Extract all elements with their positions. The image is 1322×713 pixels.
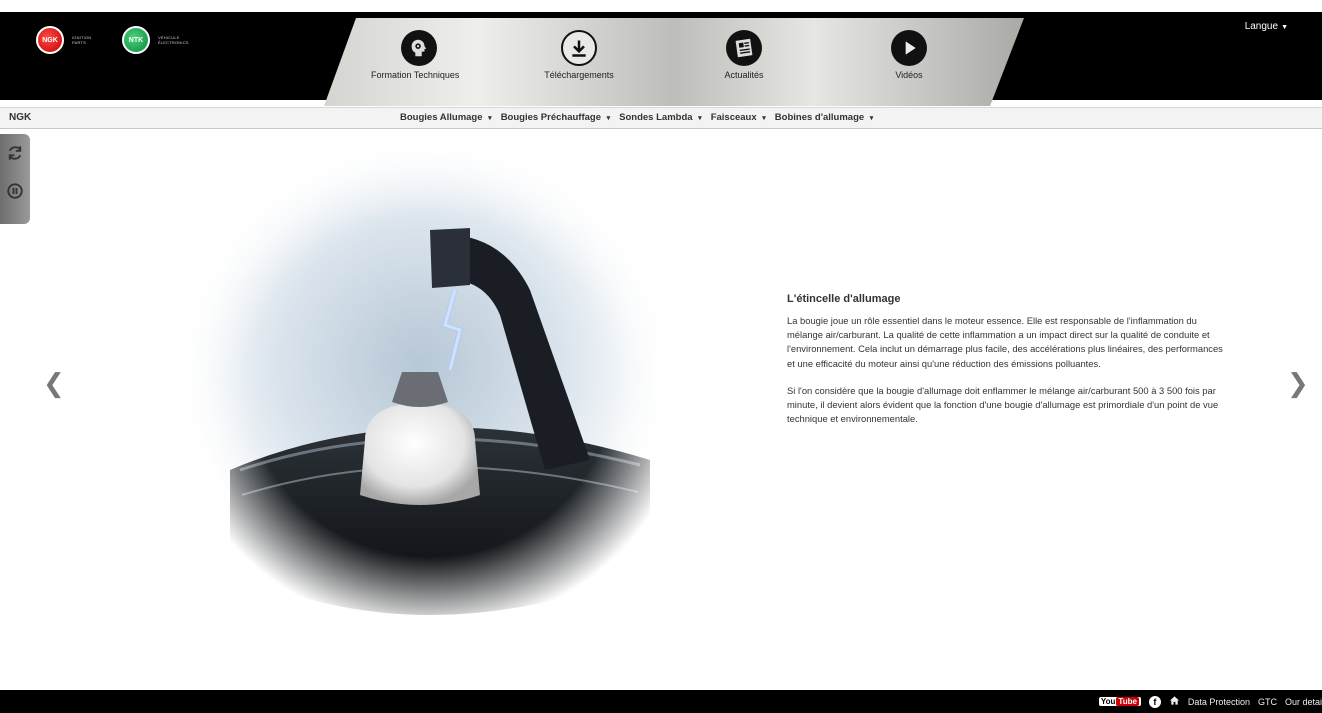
caret-down-icon: ▾: [762, 115, 766, 122]
brand-label[interactable]: NGK: [9, 112, 31, 123]
newspaper-icon: [726, 30, 762, 66]
menu-label: Sondes Lambda: [619, 112, 693, 123]
footer: You Tube f Data Protection GTC Our detai: [0, 690, 1322, 713]
ngk-logo[interactable]: NGK IGNITION PARTS: [36, 26, 100, 54]
menu-bougies-prechauffage[interactable]: Bougies Préchauffage ▾: [501, 112, 610, 123]
caret-down-icon: ▾: [488, 115, 492, 122]
nav-formation-label: Formation Techniques: [371, 70, 460, 80]
menu-bougies-allumage[interactable]: Bougies Allumage ▾: [400, 112, 492, 123]
footer-link-our-details[interactable]: Our detai: [1285, 697, 1322, 707]
ntk-logo-subtitle: VÉHICULE ÉLECTRONICS: [158, 35, 189, 45]
nav-actualites-label: Actualités: [724, 70, 764, 80]
menu-label: Faisceaux: [710, 112, 757, 123]
footer-link-gtc[interactable]: GTC: [1258, 697, 1277, 707]
caret-down-icon: ▼: [1281, 24, 1288, 31]
menu-label: Bougies Allumage: [400, 112, 483, 123]
language-selector[interactable]: Langue ▼: [1245, 21, 1288, 32]
ntk-logo-mark: NTK: [122, 26, 150, 54]
product-menu: Bougies Allumage ▾ Bougies Préchauffage …: [400, 112, 873, 123]
menu-sondes-lambda[interactable]: Sondes Lambda ▾: [619, 112, 702, 123]
slider-controls: [0, 134, 30, 224]
menu-label: Bobines d'allumage: [774, 112, 865, 123]
footer-link-data-protection[interactable]: Data Protection: [1188, 697, 1250, 707]
menu-faisceaux[interactable]: Faisceaux ▾: [711, 112, 766, 123]
ngk-logo-subtitle: IGNITION PARTS: [72, 35, 92, 45]
footer-links: You Tube f Data Protection GTC Our detai: [1098, 695, 1322, 708]
ntk-logo[interactable]: NTK VÉHICULE ÉLECTRONICS: [122, 26, 189, 54]
download-icon: [561, 30, 597, 66]
product-nav-bar: NGK Bougies Allumage ▾ Bougies Préchauff…: [0, 107, 1322, 129]
article-content: L'étincelle d'allumage La bougie joue un…: [787, 293, 1227, 439]
language-label: Langue: [1244, 21, 1279, 32]
caret-down-icon: ▾: [698, 115, 702, 122]
nav-telechargements-label: Téléchargements: [544, 70, 614, 80]
previous-slide-arrow[interactable]: ❮: [43, 371, 65, 397]
home-icon[interactable]: [1169, 695, 1180, 708]
article-title: L'étincelle d'allumage: [787, 293, 901, 305]
head-gear-icon: [401, 30, 437, 66]
article-paragraph-2: Si l'on considère que la bougie d'alluma…: [787, 384, 1219, 425]
next-slide-arrow[interactable]: ❯: [1287, 371, 1309, 397]
menu-bobines-allumage[interactable]: Bobines d'allumage ▾: [775, 112, 874, 123]
pause-icon[interactable]: [6, 182, 24, 200]
nav-videos-label: Vidéos: [895, 70, 923, 80]
caret-down-icon: ▾: [606, 115, 611, 122]
youtube-text-a: You: [1100, 697, 1116, 706]
youtube-text-b: Tube: [1116, 697, 1139, 706]
facebook-icon[interactable]: f: [1148, 695, 1161, 708]
nav-telechargements[interactable]: Téléchargements: [519, 30, 639, 80]
quick-nav-panel: Formation Techniques Téléchargements Act…: [324, 18, 1024, 106]
caret-down-icon: ▾: [869, 115, 874, 122]
ngk-logo-mark: NGK: [36, 26, 64, 54]
nav-actualites[interactable]: Actualités: [684, 30, 804, 80]
article-paragraph-1: La bougie joue un rôle essentiel dans le…: [787, 315, 1223, 369]
nav-formation-techniques[interactable]: Formation Techniques: [359, 30, 479, 80]
nav-videos[interactable]: Vidéos: [849, 30, 969, 80]
hero-spark-plug-image: [165, 125, 690, 630]
play-icon: [891, 30, 927, 66]
youtube-icon[interactable]: You Tube: [1098, 697, 1141, 706]
refresh-icon[interactable]: [6, 144, 24, 162]
menu-label: Bougies Préchauffage: [500, 112, 601, 123]
